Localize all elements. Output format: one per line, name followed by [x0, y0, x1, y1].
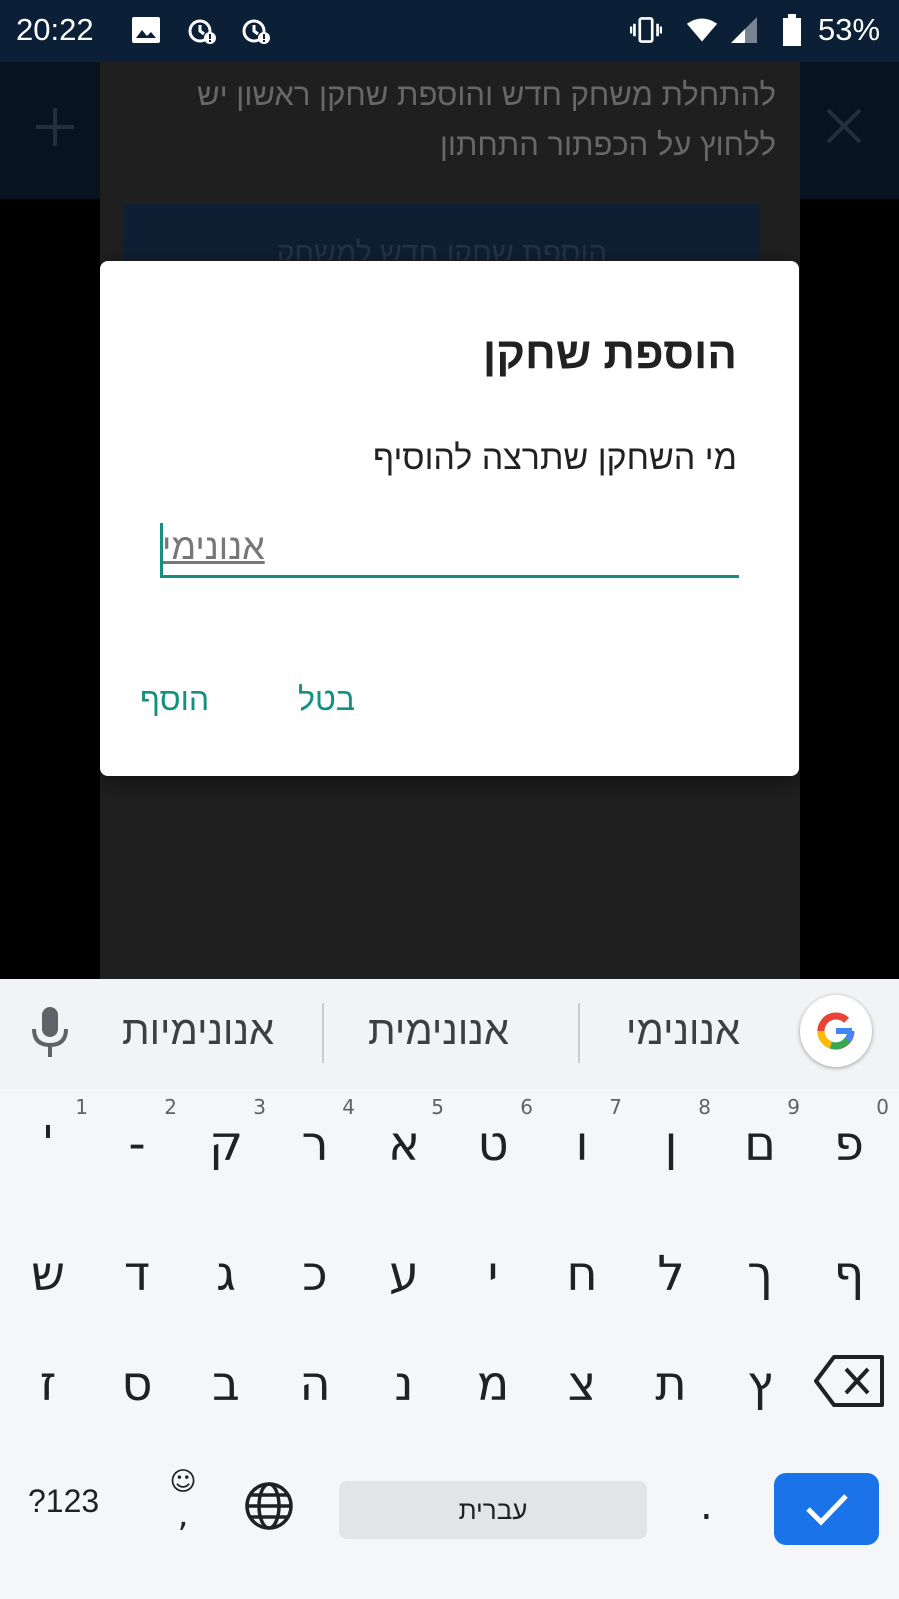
enter-button[interactable]	[774, 1473, 879, 1545]
key-hint: 4	[342, 1095, 355, 1119]
add-player-dialog: הוספת שחקן מי השחקן שתרצה להוסיף בטל הוס…	[100, 261, 799, 776]
symbols-key[interactable]: ?123	[28, 1483, 99, 1520]
key[interactable]: י	[449, 1219, 537, 1329]
key[interactable]: ל	[627, 1219, 715, 1329]
emoji-icon: ☺	[169, 1467, 197, 1497]
key-label: ם	[744, 1116, 776, 1172]
timer-alert-icon	[186, 14, 218, 46]
comma-label: ,	[177, 1495, 189, 1535]
battery-icon	[776, 14, 808, 46]
key-hint: 2	[164, 1095, 177, 1119]
key[interactable]: א5	[360, 1089, 448, 1199]
key[interactable]: ז	[4, 1329, 92, 1439]
key[interactable]: ק3	[182, 1089, 270, 1199]
battery-percent: 53%	[818, 12, 881, 47]
key-hint: 0	[876, 1095, 889, 1119]
dialog-title: הוספת שחקן	[482, 329, 737, 378]
key[interactable]: מ	[449, 1329, 537, 1439]
suggestion-divider	[578, 1003, 580, 1063]
key-label: פ	[834, 1116, 864, 1172]
wifi-icon	[686, 14, 718, 46]
key-label: ו	[575, 1116, 589, 1172]
add-button[interactable]: הוסף	[140, 681, 209, 718]
key[interactable]: ם9	[716, 1089, 804, 1199]
key[interactable]: ץ	[716, 1329, 804, 1439]
suggestion-item[interactable]: אנונימי	[626, 1009, 740, 1054]
player-name-input[interactable]	[160, 519, 739, 575]
key[interactable]: כ	[271, 1219, 359, 1329]
key[interactable]: פ0	[805, 1089, 893, 1199]
microphone-icon[interactable]	[28, 1005, 72, 1061]
key[interactable]: נ	[360, 1329, 448, 1439]
key-hint: 7	[609, 1095, 622, 1119]
key[interactable]: -2	[93, 1089, 181, 1199]
key-area: פ0 ם9 ן8 ו7 ט6 א5 ר4 ק3 -2 ' 1 ף ך ל ח י …	[0, 1089, 899, 1599]
key-label: ט	[477, 1116, 509, 1172]
key-hint: 6	[520, 1095, 533, 1119]
key[interactable]: ע	[360, 1219, 448, 1329]
key-hint: 1	[75, 1095, 88, 1119]
key[interactable]: ן8	[627, 1089, 715, 1199]
key[interactable]: ו7	[538, 1089, 626, 1199]
text-cursor	[160, 523, 163, 575]
key[interactable]: ס	[93, 1329, 181, 1439]
image-notification-icon	[130, 14, 162, 46]
key-label: -	[128, 1116, 146, 1172]
key[interactable]: ד	[93, 1219, 181, 1329]
globe-icon[interactable]	[243, 1480, 295, 1532]
status-time: 20:22	[16, 12, 94, 47]
key[interactable]: ש	[4, 1219, 92, 1329]
key-hint: 9	[787, 1095, 800, 1119]
key[interactable]: ף	[805, 1219, 893, 1329]
key[interactable]: ת	[627, 1329, 715, 1439]
key[interactable]: ך	[716, 1219, 804, 1329]
status-bar: 20:22 53%	[0, 0, 899, 62]
key-label: א	[387, 1116, 421, 1172]
player-name-field[interactable]	[160, 519, 739, 578]
vibrate-icon	[630, 14, 662, 46]
suggestion-item[interactable]: אנונימית	[368, 1009, 509, 1054]
key-hint: 8	[698, 1095, 711, 1119]
key-label: ר	[301, 1116, 329, 1172]
key[interactable]: ח	[538, 1219, 626, 1329]
key[interactable]: ג	[182, 1219, 270, 1329]
key-hint: 5	[431, 1095, 444, 1119]
emoji-comma-key[interactable]: ☺ ,	[168, 1467, 198, 1535]
space-bar[interactable]: עברית	[339, 1481, 647, 1539]
suggestion-item[interactable]: אנונימיות	[122, 1009, 274, 1054]
key[interactable]: ר4	[271, 1089, 359, 1199]
key-label: ן	[664, 1116, 678, 1172]
backspace-icon[interactable]	[812, 1351, 888, 1411]
key-label: ק	[208, 1116, 244, 1172]
key[interactable]: צ	[538, 1329, 626, 1439]
cancel-button[interactable]: בטל	[298, 681, 355, 718]
soft-keyboard: אנונימיות אנונימית אנונימי פ0 ם9 ן8 ו7 ט…	[0, 979, 899, 1599]
dialog-message: מי השחקן שתרצה להוסיף	[372, 439, 737, 477]
key-hint: 3	[253, 1095, 266, 1119]
timer-alert-icon	[240, 14, 272, 46]
key[interactable]: ט6	[449, 1089, 537, 1199]
suggestion-divider	[322, 1003, 324, 1063]
key[interactable]: ה	[271, 1329, 359, 1439]
period-key[interactable]: .	[700, 1483, 713, 1529]
key-label: '	[41, 1116, 55, 1172]
key[interactable]: ' 1	[4, 1089, 92, 1199]
suggestion-strip: אנונימיות אנונימית אנונימי	[0, 979, 899, 1089]
signal-icon	[728, 14, 760, 46]
key[interactable]: ב	[182, 1329, 270, 1439]
checkmark-icon	[805, 1494, 848, 1526]
google-icon[interactable]	[800, 995, 872, 1067]
